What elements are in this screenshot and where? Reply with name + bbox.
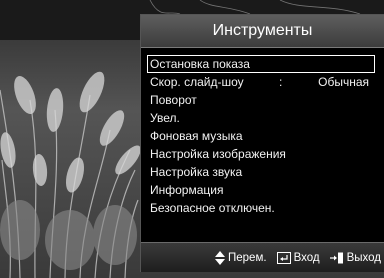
up-down-arrows-icon <box>215 250 225 265</box>
slideshow-speed-value: Обычная <box>318 75 369 89</box>
tools-menu: Инструменты Остановка показа Скор. слайд… <box>140 14 384 272</box>
menu-item-label: Остановка показа <box>150 57 250 71</box>
menu-item-rotate[interactable]: Поворот <box>147 91 375 109</box>
menu-item-label: Безопасное отключен. <box>150 201 275 215</box>
exit-label: Выход <box>346 251 381 264</box>
slideshow-screen: Инструменты Остановка показа Скор. слайд… <box>0 0 384 278</box>
menu-item-label: Увел. <box>150 111 180 125</box>
exit-hint[interactable]: Выход <box>329 251 381 264</box>
menu-items-list: Остановка показа Скор. слайд-шоу : Обычн… <box>147 55 375 217</box>
menu-item-label: Фоновая музыка <box>150 129 243 143</box>
menu-item-label: Поворот <box>150 93 197 107</box>
menu-item-safe-remove[interactable]: Безопасное отключен. <box>147 199 375 217</box>
menu-item-label: Скор. слайд-шоу <box>150 75 244 89</box>
menu-item-sound-settings[interactable]: Настройка звука <box>147 163 375 181</box>
enter-label: Вход <box>293 251 320 264</box>
menu-item-label: Настройка звука <box>150 165 243 179</box>
move-label: Перем. <box>228 251 267 264</box>
exit-icon <box>329 252 343 263</box>
menu-item-zoom[interactable]: Увел. <box>147 109 375 127</box>
menu-title: Инструменты <box>141 15 384 48</box>
enter-hint[interactable]: Вход <box>276 251 320 264</box>
menu-item-separator: : <box>279 75 283 89</box>
move-hint: Перем. <box>215 250 267 265</box>
enter-icon <box>276 251 291 264</box>
menu-item-background-music[interactable]: Фоновая музыка <box>147 127 375 145</box>
menu-item-stop-slideshow[interactable]: Остановка показа <box>147 55 375 73</box>
menu-item-picture-settings[interactable]: Настройка изображения <box>147 145 375 163</box>
menu-item-slideshow-speed[interactable]: Скор. слайд-шоу : Обычная <box>147 73 375 91</box>
menu-item-label: Информация <box>150 183 224 197</box>
menu-footer: Перем. Вход Выход <box>141 242 384 272</box>
menu-item-label: Настройка изображения <box>150 147 286 161</box>
menu-item-information[interactable]: Информация <box>147 181 375 199</box>
